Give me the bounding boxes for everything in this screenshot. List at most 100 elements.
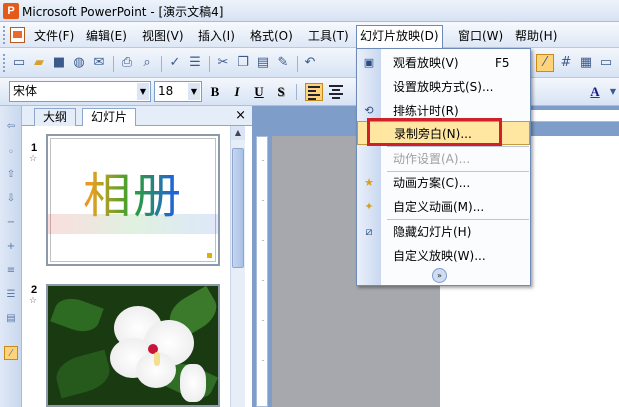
expand-menu-icon[interactable]: » bbox=[432, 268, 447, 283]
menu-grip-handle[interactable] bbox=[3, 26, 7, 44]
chevron-down-icon[interactable]: ▼ bbox=[137, 83, 149, 100]
ruler-tick: · bbox=[261, 237, 265, 245]
animation-marker-icon bbox=[207, 253, 212, 258]
align-center-button[interactable] bbox=[327, 83, 345, 101]
menu-item-view-show[interactable]: ▣ 观看放映(V) F5 bbox=[357, 51, 530, 75]
menu-item-label: 隐藏幻灯片(H) bbox=[393, 225, 472, 239]
menu-window[interactable]: 窗口(W) bbox=[455, 26, 506, 46]
toolbar-separator bbox=[161, 56, 162, 72]
menu-item-animation-schemes[interactable]: ★ 动画方案(C)... bbox=[357, 171, 530, 195]
underline-button[interactable]: U bbox=[250, 83, 268, 101]
close-icon[interactable]: × bbox=[235, 108, 246, 124]
undo-icon[interactable]: ↶ bbox=[302, 55, 318, 71]
menu-item-label: 观看放映(V) bbox=[393, 56, 459, 70]
toolbar-separator bbox=[296, 84, 297, 100]
vertical-scrollbar[interactable]: ▲ bbox=[230, 126, 245, 407]
horizontal-ruler bbox=[528, 110, 619, 122]
slide-thumbnail-2[interactable] bbox=[46, 284, 220, 407]
toolbar-grip-handle[interactable] bbox=[3, 54, 7, 72]
chevron-down-icon[interactable]: ▼ bbox=[605, 84, 619, 100]
expand-icon[interactable]: + bbox=[4, 240, 18, 254]
toolbar-separator bbox=[209, 56, 210, 72]
ruler-tick: · bbox=[261, 197, 265, 205]
toolbar-options-icon[interactable]: ▭ bbox=[598, 55, 614, 71]
print-preview-icon[interactable]: ⌕ bbox=[139, 55, 155, 71]
show-grid-icon[interactable]: # bbox=[558, 55, 574, 71]
document-icon[interactable] bbox=[10, 27, 25, 43]
animation-scheme-icon: ★ bbox=[364, 176, 374, 189]
up-arrow-icon[interactable]: ⇧ bbox=[4, 168, 18, 182]
scrollbar-thumb[interactable] bbox=[232, 148, 244, 268]
font-color-button[interactable]: A bbox=[586, 83, 604, 101]
summary-slide-icon[interactable]: ▤ bbox=[4, 312, 18, 326]
font-size-value: 18 bbox=[158, 84, 174, 98]
scroll-up-icon[interactable]: ▲ bbox=[231, 126, 245, 140]
print-icon[interactable]: ⎙ bbox=[119, 55, 135, 71]
arrow-icon[interactable]: ⇦ bbox=[4, 120, 18, 134]
menu-help[interactable]: 帮助(H) bbox=[512, 26, 560, 46]
font-name-select[interactable]: 宋体 ▼ bbox=[9, 81, 151, 102]
menu-edit[interactable]: 编辑(E) bbox=[83, 26, 130, 46]
slide-number: 1 bbox=[31, 142, 38, 154]
menu-item-hide-slide[interactable]: ⧄ 隐藏幻灯片(H) bbox=[357, 220, 530, 244]
chevron-down-icon[interactable]: ▼ bbox=[188, 83, 200, 100]
permission-icon[interactable]: ◍ bbox=[71, 55, 87, 71]
bullet-icon[interactable]: ◦ bbox=[4, 146, 18, 160]
align-left-button[interactable] bbox=[305, 83, 323, 101]
open-folder-icon[interactable]: ▰ bbox=[31, 55, 47, 71]
menu-view[interactable]: 视图(V) bbox=[139, 26, 187, 46]
menu-item-custom-animation[interactable]: ✦ 自定义动画(M)... bbox=[357, 195, 530, 219]
collapse-icon[interactable]: − bbox=[4, 216, 18, 230]
show-formatting-icon[interactable]: ⁄ bbox=[4, 346, 18, 360]
drawing-strip: ⇦ ◦ ⇧ ⇩ − + ≡ ☰ ▤ ⁄ bbox=[0, 106, 22, 407]
tab-slides[interactable]: 幻灯片 bbox=[82, 108, 137, 127]
ruler-tick: · bbox=[261, 357, 265, 365]
research-icon[interactable]: ☰ bbox=[187, 55, 203, 71]
collapse-all-icon[interactable]: ≡ bbox=[4, 264, 18, 278]
hide-slide-icon: ⧄ bbox=[365, 225, 373, 238]
menu-slideshow[interactable]: 幻灯片放映(D) bbox=[356, 25, 443, 48]
window-title: Microsoft PowerPoint - [演示文稿4] bbox=[22, 5, 224, 19]
slideshow-icon: ▣ bbox=[363, 56, 375, 69]
menu-item-setup-show[interactable]: 设置放映方式(S)... bbox=[357, 75, 530, 99]
shadow-button[interactable]: S bbox=[272, 83, 290, 101]
tab-outline[interactable]: 大纲 bbox=[34, 108, 77, 126]
font-name-value: 宋体 bbox=[13, 84, 38, 98]
expand-all-icon[interactable]: ☰ bbox=[4, 288, 18, 302]
leaf-shape bbox=[50, 293, 104, 337]
color-grayscale-icon[interactable]: ⁄ bbox=[536, 54, 554, 72]
animation-star-icon: ☆ bbox=[29, 296, 38, 306]
menu-format[interactable]: 格式(O) bbox=[247, 26, 296, 46]
menu-tools[interactable]: 工具(T) bbox=[305, 26, 352, 46]
zoom-icon[interactable]: ▦ bbox=[578, 55, 594, 71]
menu-item-label: 设置放映方式(S)... bbox=[393, 80, 494, 94]
cut-icon[interactable]: ✂ bbox=[215, 55, 231, 71]
font-size-select[interactable]: 18 ▼ bbox=[154, 81, 202, 102]
menu-insert[interactable]: 插入(I) bbox=[195, 26, 238, 46]
save-icon[interactable]: ■ bbox=[51, 55, 67, 71]
email-icon[interactable]: ✉ bbox=[91, 55, 107, 71]
new-document-icon[interactable]: ▭ bbox=[11, 55, 27, 71]
paste-icon[interactable]: ▤ bbox=[255, 55, 271, 71]
menu-item-label: 自定义动画(M)... bbox=[393, 200, 485, 214]
panel-tabs: 大纲 幻灯片 × bbox=[22, 106, 252, 127]
vertical-ruler: · · · · · · bbox=[256, 136, 268, 407]
custom-animation-icon: ✦ bbox=[364, 200, 374, 213]
flower-bud bbox=[180, 364, 206, 402]
flower-stamen bbox=[154, 352, 160, 366]
ruler-tick: · bbox=[261, 277, 265, 285]
bold-button[interactable]: B bbox=[206, 83, 224, 101]
italic-button[interactable]: I bbox=[228, 83, 246, 101]
menu-item-action-settings[interactable]: 动作设置(A)... bbox=[357, 147, 530, 171]
slide-thumbnail-1[interactable]: 相册 bbox=[46, 134, 220, 266]
format-painter-icon[interactable]: ✎ bbox=[275, 55, 291, 71]
ruler-tick: · bbox=[261, 317, 265, 325]
menu-file[interactable]: 文件(F) bbox=[31, 26, 77, 46]
menu-item-label: 自定义放映(W)... bbox=[393, 249, 486, 263]
down-arrow-icon[interactable]: ⇩ bbox=[4, 192, 18, 206]
copy-icon[interactable]: ❐ bbox=[235, 55, 251, 71]
ruler-tick: · bbox=[261, 157, 265, 165]
menu-item-custom-shows[interactable]: 自定义放映(W)... bbox=[357, 244, 530, 268]
spelling-icon[interactable]: ✓ bbox=[167, 55, 183, 71]
menu-item-label: 动画方案(C)... bbox=[393, 176, 471, 190]
